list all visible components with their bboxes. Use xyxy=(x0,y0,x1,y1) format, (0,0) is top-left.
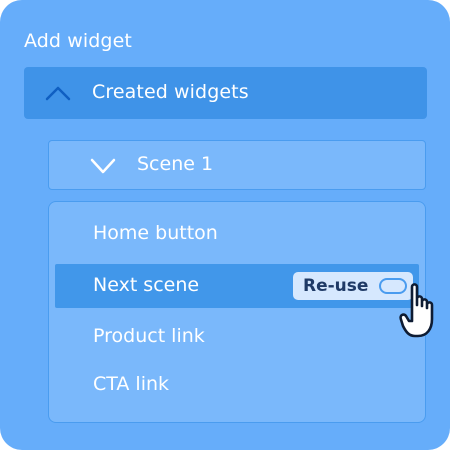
hand-pointer-cursor-icon xyxy=(399,283,434,338)
widget-item-next-scene[interactable]: Next scene Re-use xyxy=(55,264,419,308)
section-label: Created widgets xyxy=(92,81,249,103)
widget-item-product-link[interactable]: Product link xyxy=(93,325,205,347)
add-widget-panel: Add widget Created widgets Scene 1 Home … xyxy=(0,0,450,450)
widget-list: Home button Next scene Re-use Product li… xyxy=(48,201,426,423)
chevron-down-icon[interactable] xyxy=(89,155,117,177)
reuse-label: Re-use xyxy=(303,276,369,296)
widget-item-home-button[interactable]: Home button xyxy=(93,222,218,244)
scene-header[interactable]: Scene 1 xyxy=(48,140,426,190)
created-widgets-header[interactable]: Created widgets xyxy=(24,67,427,119)
chevron-up-icon[interactable] xyxy=(44,81,72,105)
widget-item-label: Next scene xyxy=(93,274,200,296)
widget-item-cta-link[interactable]: CTA link xyxy=(93,373,169,395)
panel-title: Add widget xyxy=(24,30,132,52)
scene-label: Scene 1 xyxy=(137,153,214,175)
